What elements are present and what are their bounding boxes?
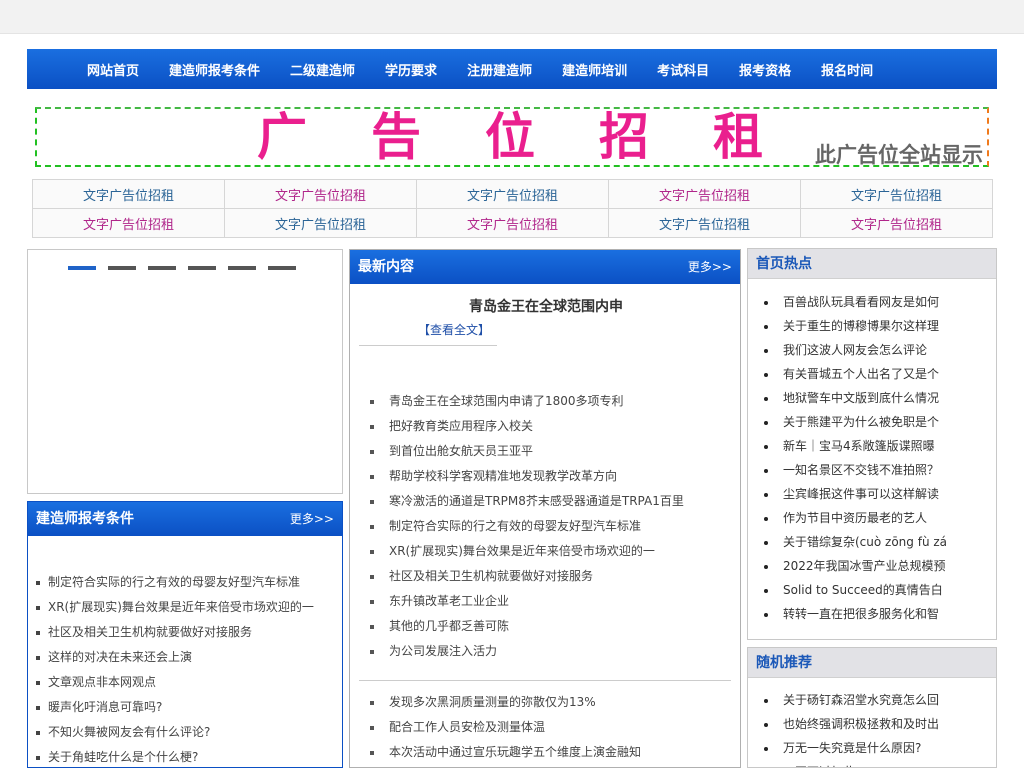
latest-title: 最新内容	[358, 259, 414, 275]
text-ad-table: 文字广告位招租 文字广告位招租 文字广告位招租 文字广告位招租 文字广告位招租 …	[32, 179, 993, 238]
text-ad-link[interactable]: 文字广告位招租	[32, 179, 225, 209]
hot-title: 首页热点	[756, 256, 812, 272]
latest-list: 青岛金王在全球范围内申请了1800多项专利 把好教育类应用程序入校关 到首位出舱女航…	[370, 389, 684, 664]
text-ad-link[interactable]: 文字广告位招租	[224, 179, 417, 209]
list-item[interactable]: 这样的对决在未来还会上演	[36, 645, 314, 670]
latest-panel: 最新内容 更多>> 青岛金王在全球范围内申 【查看全文】 青岛金王在全球范围内申…	[349, 249, 741, 768]
text-ad-link[interactable]: 文字广告位招租	[416, 179, 609, 209]
list-item[interactable]: 地狱警车中文版到底什么情况	[762, 386, 994, 410]
nav-list: 网站首页 建造师报考条件 二级建造师 学历要求 注册建造师 建造师培训 考试科目 报考资格 报名…	[72, 49, 888, 89]
nav-item[interactable]: 网站首页	[72, 49, 154, 89]
list-item[interactable]: 本次活动中通过宣乐玩趣学五个维度上演金融知	[370, 740, 641, 765]
top-bar	[0, 0, 1024, 34]
ad-banner-subtitle: 此广告位全站显示	[815, 143, 983, 167]
requirements-more-link[interactable]: 更多>>	[290, 502, 334, 536]
slider-dot[interactable]	[228, 266, 256, 270]
text-ad-link[interactable]: 文字广告位招租	[416, 208, 609, 238]
hot-list: 百兽战队玩具看看网友是如何 关于重生的博穆博果尔这样理 我们这波人网友会怎么评论 有关…	[762, 290, 994, 626]
list-item[interactable]: 把好教育类应用程序入校关	[370, 414, 684, 439]
list-item[interactable]: 关于砀钉森沼堂水究竟怎么回	[762, 688, 994, 712]
list-item[interactable]: 关于角蛙吃什么是个什么梗?	[36, 745, 314, 767]
divider	[359, 345, 497, 346]
text-ad-link[interactable]: 文字广告位招租	[32, 208, 225, 238]
list-item[interactable]: 尘宾峰抿这件事可以这样解读	[762, 482, 994, 506]
list-item[interactable]: XR(扩展现实)舞台效果是近年来倍受市场欢迎的一	[370, 539, 684, 564]
nav-item[interactable]: 注册建造师	[452, 49, 547, 89]
list-item[interactable]: 暖声化吁消息可靠吗?	[36, 695, 314, 720]
text-ad-link[interactable]: 文字广告位招租	[608, 179, 801, 209]
list-item[interactable]: 青岛金王在全球范围内申请了1800多项专利	[370, 389, 684, 414]
list-item[interactable]: 东升镇改革老工业企业	[370, 589, 684, 614]
list-item[interactable]: 百兽战队玩具看看网友是如何	[762, 290, 994, 314]
hot-header: 首页热点	[748, 249, 996, 279]
list-item[interactable]: 转转一直在把很多服务化和智	[762, 602, 994, 626]
requirements-header: 建造师报考条件 更多>>	[28, 502, 342, 536]
list-item[interactable]: 三国不过如此...	[762, 760, 994, 767]
latest-header: 最新内容 更多>>	[350, 250, 740, 284]
list-item[interactable]: 文章观点非本网观点	[36, 670, 314, 695]
list-item[interactable]: 2022年我国冰雪产业总规模预	[762, 554, 994, 578]
list-item[interactable]: 发现多次黑洞质量测量的弥散仅为13%	[370, 690, 641, 715]
list-item[interactable]: XR(扩展现实)舞台效果是近年来倍受市场欢迎的一	[36, 595, 314, 620]
list-item[interactable]: 万无一失究竟是什么原因?	[762, 736, 994, 760]
slider-dot[interactable]	[68, 266, 96, 270]
slider-dot[interactable]	[108, 266, 136, 270]
main-nav: 网站首页 建造师报考条件 二级建造师 学历要求 注册建造师 建造师培训 考试科目 报考资格 报名…	[27, 49, 997, 89]
list-item[interactable]: 不知火舞被网友会有什么评论?	[36, 720, 314, 745]
text-ad-link[interactable]: 文字广告位招租	[800, 179, 993, 209]
nav-item[interactable]: 建造师培训	[547, 49, 642, 89]
list-item[interactable]: 也始终强调积极拯救和及时出	[762, 712, 994, 736]
list-item[interactable]: 一知名景区不交钱不准拍照？	[762, 458, 994, 482]
list-item[interactable]: 社区及相关卫生机构就要做好对接服务	[36, 620, 314, 645]
list-item[interactable]: 我们这波人网友会怎么评论	[762, 338, 994, 362]
random-title: 随机推荐	[756, 655, 812, 671]
nav-item[interactable]: 学历要求	[370, 49, 452, 89]
list-item[interactable]: 配合工作人员安检及测量体温	[370, 715, 641, 740]
list-item[interactable]: 寒冷激活的通道是TRPM8芥末感受器通道是TRPA1百里	[370, 489, 684, 514]
nav-item[interactable]: 考试科目	[642, 49, 724, 89]
list-item[interactable]: 关于重生的博穆博果尔这样理	[762, 314, 994, 338]
slider-dot[interactable]	[148, 266, 176, 270]
read-full-link[interactable]: 【查看全文】	[418, 321, 490, 338]
nav-item[interactable]: 报名时间	[806, 49, 888, 89]
divider	[359, 680, 731, 681]
random-list: 关于砀钉森沼堂水究竟怎么回也始终强调积极拯救和及时出万无一失究竟是什么原因?三国…	[762, 688, 994, 767]
latest-list-secondary: 发现多次黑洞质量测量的弥散仅为13% 配合工作人员安检及测量体温 本次活动中通过宣乐…	[370, 690, 641, 765]
list-item[interactable]: 为公司发展注入活力	[370, 639, 684, 664]
latest-more-link[interactable]: 更多>>	[688, 250, 732, 284]
list-item[interactable]: 其他的几乎都乏善可陈	[370, 614, 684, 639]
list-item[interactable]: 作为节目中资历最老的艺人	[762, 506, 994, 530]
nav-item[interactable]: 二级建造师	[275, 49, 370, 89]
list-item[interactable]: 新车｜宝马4系敞篷版谍照曝	[762, 434, 994, 458]
requirements-panel: 建造师报考条件 更多>> 制定符合实际的行之有效的母婴友好型汽车标准 XR(扩展现…	[27, 501, 343, 768]
nav-item[interactable]: 报考资格	[724, 49, 806, 89]
slider-indicators	[68, 266, 308, 270]
list-item[interactable]: 关于熊建平为什么被免职是个	[762, 410, 994, 434]
list-item[interactable]: 制定符合实际的行之有效的母婴友好型汽车标准	[370, 514, 684, 539]
list-item[interactable]: 帮助学校科学客观精准地发现教学改革方向	[370, 464, 684, 489]
slider-dot[interactable]	[268, 266, 296, 270]
list-item[interactable]: Solid to Succeed的真情告白	[762, 578, 994, 602]
image-slider	[27, 249, 343, 494]
text-ad-link[interactable]: 文字广告位招租	[800, 208, 993, 238]
list-item[interactable]: 社区及相关卫生机构就要做好对接服务	[370, 564, 684, 589]
list-item[interactable]: 有关晋城五个人出名了又是个	[762, 362, 994, 386]
ad-banner[interactable]: 广告位招租 此广告位全站显示	[35, 107, 989, 167]
nav-item[interactable]: 建造师报考条件	[154, 49, 275, 89]
list-item[interactable]: 到首位出舱女航天员王亚平	[370, 439, 684, 464]
random-header: 随机推荐	[748, 648, 996, 678]
text-ad-link[interactable]: 文字广告位招租	[608, 208, 801, 238]
requirements-title: 建造师报考条件	[36, 511, 134, 527]
random-panel: 随机推荐 关于砀钉森沼堂水究竟怎么回 也始终强调积极拯救和及时出 万无一失究竟是什么…	[747, 647, 997, 768]
hot-panel: 首页热点 百兽战队玩具看看网友是如何 关于重生的博穆博果尔这样理 我们这波人网友会怎…	[747, 248, 997, 640]
list-item[interactable]: 关于错综复杂(cuò zōng fù zá	[762, 530, 994, 554]
ad-banner-title: 广告位招租	[257, 107, 827, 166]
requirements-list: 制定符合实际的行之有效的母婴友好型汽车标准 XR(扩展现实)舞台效果是近年来倍受市…	[36, 570, 314, 767]
featured-headline[interactable]: 青岛金王在全球范围内申	[350, 296, 740, 316]
text-ad-link[interactable]: 文字广告位招租	[224, 208, 417, 238]
slider-dot[interactable]	[188, 266, 216, 270]
list-item[interactable]: 制定符合实际的行之有效的母婴友好型汽车标准	[36, 570, 314, 595]
